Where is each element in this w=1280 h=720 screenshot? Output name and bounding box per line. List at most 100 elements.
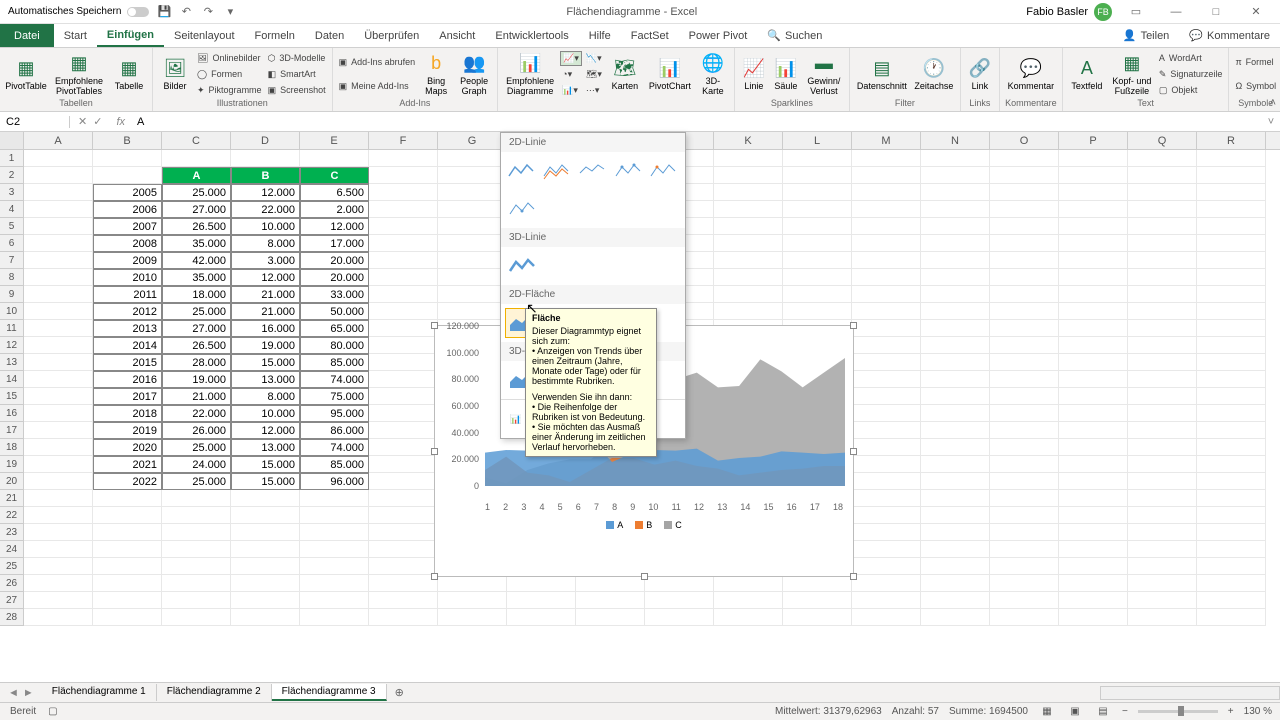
cell[interactable] (1128, 439, 1197, 456)
cell[interactable] (852, 388, 921, 405)
cell[interactable] (852, 320, 921, 337)
cell[interactable] (1197, 388, 1266, 405)
cell[interactable]: 26.000 (162, 422, 231, 439)
cell[interactable]: 2006 (93, 201, 162, 218)
cell[interactable] (24, 184, 93, 201)
cell[interactable] (990, 439, 1059, 456)
cell[interactable] (24, 354, 93, 371)
chart-type-4[interactable]: 📉▾ (584, 51, 604, 66)
cell[interactable]: 2022 (93, 473, 162, 490)
cell[interactable] (921, 524, 990, 541)
cell[interactable] (24, 592, 93, 609)
cell[interactable]: 21.000 (162, 388, 231, 405)
tab-daten[interactable]: Daten (305, 24, 354, 47)
row-header[interactable]: 23 (0, 524, 24, 541)
cell[interactable] (921, 388, 990, 405)
cell[interactable] (714, 269, 783, 286)
cell[interactable]: 25.000 (162, 184, 231, 201)
cell[interactable] (24, 269, 93, 286)
cell[interactable] (990, 201, 1059, 218)
cell[interactable] (921, 286, 990, 303)
cell[interactable] (300, 524, 369, 541)
table-button[interactable]: ▦Tabelle (110, 50, 148, 98)
cell[interactable] (93, 592, 162, 609)
cell[interactable] (369, 609, 438, 626)
cell[interactable] (24, 167, 93, 184)
column-header[interactable]: Q (1128, 132, 1197, 149)
cell[interactable] (24, 541, 93, 558)
cell[interactable]: 85.000 (300, 456, 369, 473)
cell[interactable] (714, 235, 783, 252)
cell[interactable]: 2010 (93, 269, 162, 286)
cell[interactable] (93, 524, 162, 541)
cell[interactable] (231, 609, 300, 626)
get-addins-button[interactable]: ▣ Add-Ins abrufen (337, 55, 418, 70)
cell[interactable] (783, 201, 852, 218)
comments-button[interactable]: 💬 Kommentare (1179, 24, 1280, 47)
cell[interactable]: 10.000 (231, 218, 300, 235)
horizontal-scrollbar[interactable] (1100, 686, 1280, 700)
cell[interactable] (1128, 490, 1197, 507)
tab-factset[interactable]: FactSet (621, 24, 679, 47)
cell[interactable] (369, 575, 438, 592)
cell[interactable]: 2009 (93, 252, 162, 269)
row-header[interactable]: 19 (0, 456, 24, 473)
cell[interactable] (1059, 286, 1128, 303)
cell[interactable] (1059, 167, 1128, 184)
cell[interactable] (714, 303, 783, 320)
cell[interactable]: 25.000 (162, 303, 231, 320)
cell[interactable] (438, 167, 507, 184)
cell[interactable] (24, 303, 93, 320)
row-header[interactable]: 22 (0, 507, 24, 524)
cell[interactable]: 15.000 (231, 354, 300, 371)
row-header[interactable]: 12 (0, 337, 24, 354)
slicer-button[interactable]: ▤Datenschnitt (854, 50, 910, 98)
cell[interactable]: 26.500 (162, 218, 231, 235)
row-header[interactable]: 27 (0, 592, 24, 609)
cell[interactable]: 13.000 (231, 371, 300, 388)
cell[interactable] (990, 150, 1059, 167)
cell[interactable]: 2020 (93, 439, 162, 456)
cell[interactable] (1059, 235, 1128, 252)
cell[interactable]: 2015 (93, 354, 162, 371)
symbol-button[interactable]: Ω Symbol (1233, 79, 1278, 94)
qat-customize-icon[interactable]: ▾ (223, 5, 237, 19)
cell[interactable] (852, 218, 921, 235)
cell[interactable] (714, 167, 783, 184)
cell[interactable] (162, 575, 231, 592)
line-chart-dropdown[interactable]: 📈▾ (560, 51, 582, 66)
cell[interactable] (1128, 269, 1197, 286)
cell[interactable] (231, 524, 300, 541)
cell[interactable] (852, 286, 921, 303)
cell[interactable] (852, 609, 921, 626)
cell[interactable] (369, 371, 438, 388)
chart-type-3[interactable]: 📊▾ (560, 83, 582, 98)
cell[interactable] (24, 473, 93, 490)
cell[interactable] (714, 592, 783, 609)
enter-formula-icon[interactable]: ✓ (93, 115, 102, 128)
cell[interactable] (990, 388, 1059, 405)
cell[interactable] (990, 456, 1059, 473)
sparkline-line-button[interactable]: 📈Linie (739, 50, 769, 98)
column-header[interactable]: A (24, 132, 93, 149)
cell[interactable] (231, 575, 300, 592)
cell[interactable]: 17.000 (300, 235, 369, 252)
cell[interactable] (783, 218, 852, 235)
cell[interactable] (921, 320, 990, 337)
fx-icon[interactable]: fx (110, 116, 131, 128)
cell[interactable] (1197, 558, 1266, 575)
cell[interactable] (24, 320, 93, 337)
cell[interactable] (438, 575, 507, 592)
cell[interactable] (24, 456, 93, 473)
cell[interactable] (1128, 337, 1197, 354)
cell[interactable] (645, 575, 714, 592)
cell[interactable] (990, 218, 1059, 235)
cell[interactable] (1059, 388, 1128, 405)
cell[interactable] (1059, 218, 1128, 235)
column-header[interactable]: M (852, 132, 921, 149)
cell[interactable] (990, 507, 1059, 524)
redo-icon[interactable]: ↷ (201, 5, 215, 19)
wordart-button[interactable]: A WordArt (1157, 51, 1225, 66)
cell[interactable]: 28.000 (162, 354, 231, 371)
cell[interactable]: 75.000 (300, 388, 369, 405)
